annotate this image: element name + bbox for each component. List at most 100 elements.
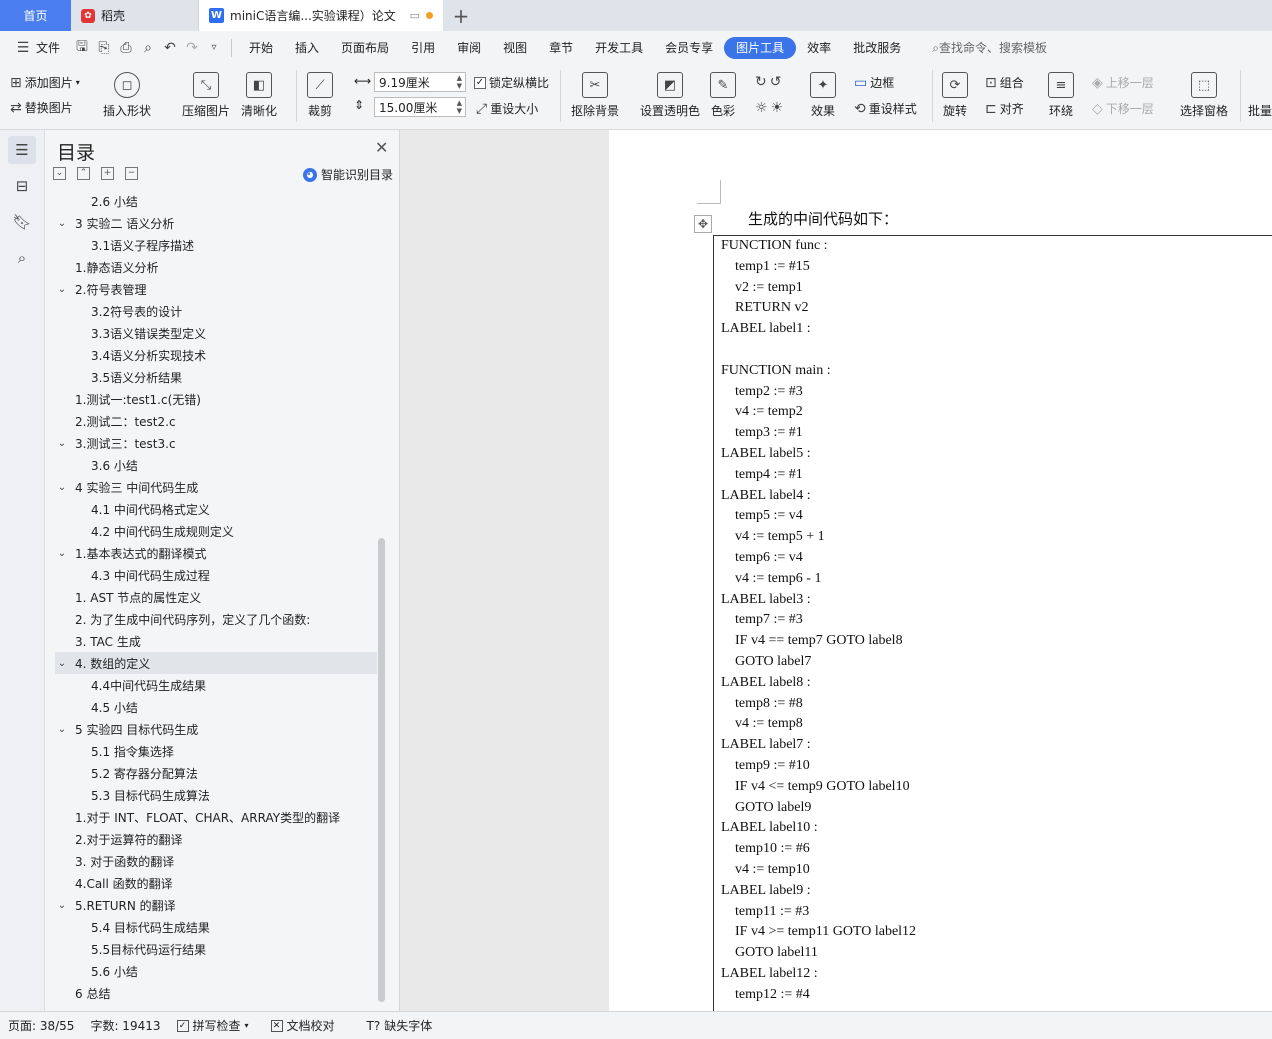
toc-item[interactable]: 3.2符号表的设计 (55, 300, 377, 322)
height-input[interactable]: 15.00厘米 ▲ ▼ (374, 97, 466, 117)
menu-view[interactable]: 视图 (492, 37, 538, 59)
toc-item[interactable]: 4.3 中间代码生成过程 (55, 564, 377, 586)
remove-heading-icon[interactable]: − (125, 167, 138, 180)
new-tab-button[interactable]: + (443, 0, 479, 31)
toc-item[interactable]: 4.5 小结 (55, 696, 377, 718)
missing-font-button[interactable]: T? 缺失字体 (359, 1017, 441, 1034)
tab-daoke[interactable]: ✿ 稻壳 (71, 0, 199, 31)
menu-review[interactable]: 审阅 (446, 37, 492, 59)
window-icon[interactable]: ▭ (410, 9, 420, 22)
toc-scrollbar[interactable] (378, 538, 385, 1002)
remove-background-button[interactable]: ✂ 抠除背景 (571, 72, 619, 119)
hamburger-menu-icon[interactable]: ☰ (12, 37, 34, 59)
toc-item[interactable]: 3.5语义分析结果 (55, 366, 377, 388)
lock-ratio-checkbox[interactable]: ✓ 锁定纵横比 (474, 74, 549, 91)
spinner-arrows-icon[interactable]: ▲ ▼ (457, 74, 462, 90)
menu-efficiency[interactable]: 效率 (796, 37, 842, 59)
chevron-down-icon[interactable]: ⌄ (55, 438, 69, 449)
toc-item[interactable]: ⌄ 4 实验三 中间代码生成 (55, 476, 377, 498)
toc-item[interactable]: 2.6 小结 (55, 190, 377, 212)
reset-size-button[interactable]: ⤢ 重设大小 (476, 100, 538, 117)
undo-icon[interactable]: ↶ (159, 37, 181, 59)
chevron-down-icon[interactable]: ⌄ (55, 548, 69, 559)
menu-page-layout[interactable]: 页面布局 (330, 37, 400, 59)
width-input[interactable]: 9.19厘米 ▲ ▼ (374, 72, 466, 92)
add-heading-icon[interactable]: + (101, 167, 114, 180)
toc-item[interactable]: 1.静态语义分析 (55, 256, 377, 278)
close-icon[interactable]: ✕ (375, 138, 388, 157)
rotate-button[interactable]: ⟳ 旋转 (942, 72, 968, 119)
toc-item[interactable]: 1.测试一:test1.c(无错) (55, 388, 377, 410)
align-button[interactable]: ⊏ 对齐 (985, 100, 1024, 117)
toc-item[interactable]: 3.3语义错误类型定义 (55, 322, 377, 344)
chevron-down-icon[interactable]: ⌄ (55, 724, 69, 735)
toc-item[interactable]: 5.1 指令集选择 (55, 740, 377, 762)
word-count[interactable]: 字数: 19413 (82, 1017, 168, 1034)
menu-developer[interactable]: 开发工具 (584, 37, 654, 59)
toc-nav-icon[interactable]: ☰ (8, 136, 36, 164)
toc-item[interactable]: 3.1语义子程序描述 (55, 234, 377, 256)
toc-item[interactable]: ⌄ 4. 数组的定义 (55, 652, 377, 674)
toc-item[interactable]: ⌄ 3 实验二 语义分析 (55, 212, 377, 234)
smart-toc-button[interactable]: ◕ 智能识别目录 (303, 166, 393, 183)
menu-file[interactable]: 文件 (34, 37, 71, 59)
bookmark-icon[interactable]: 🔖︎ (8, 208, 36, 236)
toc-item[interactable]: ⌄ 5 实验四 目标代码生成 (55, 718, 377, 740)
compress-image-button[interactable]: ⤡ 压缩图片 (182, 72, 230, 119)
toc-item[interactable]: 2.测试二：test2.c (55, 410, 377, 432)
toc-item[interactable]: ⌄ 5.RETURN 的翻译 (55, 894, 377, 916)
spinner-arrows-icon[interactable]: ▲ ▼ (457, 99, 462, 115)
chevron-down-icon[interactable]: ⌄ (55, 218, 69, 229)
insert-shape-button[interactable]: ◻ 插入形状 (103, 72, 151, 119)
border-button[interactable]: ▭ 边框 (854, 74, 894, 91)
toc-item[interactable]: 3.4语义分析实现技术 (55, 344, 377, 366)
effects-button[interactable]: ✦ 效果 (810, 72, 836, 119)
toc-item[interactable]: 2. 为了生成中间代码序列，定义了几个函数: (55, 608, 377, 630)
toc-item[interactable]: 5.5目标代码运行结果 (55, 938, 377, 960)
crop-button[interactable]: ⟋ 裁剪 (307, 72, 333, 119)
toc-item[interactable]: 4.1 中间代码格式定义 (55, 498, 377, 520)
menu-picture-tools[interactable]: 图片工具 (724, 36, 797, 59)
toc-item[interactable]: ⌄ 1.基本表达式的翻译模式 (55, 542, 377, 564)
set-transparent-button[interactable]: ◩ 设置透明色 (640, 72, 700, 119)
toc-item[interactable]: 2.对于运算符的翻译 (55, 828, 377, 850)
toc-item[interactable]: 5.6 小结 (55, 960, 377, 982)
tab-document[interactable]: W miniC语言编...实验课程）论文 ▭ (199, 0, 443, 31)
expand-all-icon[interactable]: ⌃ (77, 167, 90, 180)
replace-image-button[interactable]: ⇄ 替换图片 (10, 99, 73, 116)
toc-item[interactable]: ⌄ 3.测试三：test3.c (55, 432, 377, 454)
tab-home[interactable]: 首页 (0, 0, 71, 31)
chevron-down-icon[interactable]: ⌄ (55, 900, 69, 911)
bring-forward-button[interactable]: ◈ 上移一层 (1092, 74, 1154, 91)
batch-button[interactable]: 批量 (1248, 102, 1272, 119)
move-handle-icon[interactable]: ✥ (694, 215, 712, 233)
reset-style-button[interactable]: ⟲ 重设样式 (854, 100, 917, 117)
chapter-nav-icon[interactable]: ⊟ (8, 172, 36, 200)
send-backward-button[interactable]: ◇ 下移一层 (1092, 100, 1154, 117)
toc-item[interactable]: 6 总结 (55, 982, 377, 1004)
find-icon[interactable]: ⌕ (8, 244, 36, 272)
menu-start[interactable]: 开始 (238, 37, 284, 59)
intermediate-code-image[interactable]: FUNCTION func : temp1 := #15 v2 := temp1 RE… (713, 235, 1272, 1011)
proofread-button[interactable]: ✕ 文档校对 (263, 1017, 343, 1034)
print-preview-icon[interactable]: ⌕ (137, 37, 159, 59)
save-icon[interactable]: 🖫 (71, 37, 93, 59)
contrast-controls[interactable]: ☼ ☀ (755, 100, 783, 116)
menu-correction[interactable]: 批改服务 (842, 37, 912, 59)
menu-member[interactable]: 会员专享 (654, 37, 724, 59)
toc-item[interactable]: 5.3 目标代码生成算法 (55, 784, 377, 806)
chevron-down-icon[interactable]: ⌄ (55, 658, 69, 669)
chevron-down-icon[interactable]: ⌄ (55, 482, 69, 493)
group-button[interactable]: ⊡ 组合 (985, 74, 1024, 91)
export-pdf-icon[interactable]: ⎘ (93, 37, 115, 59)
toc-item[interactable]: 3. 对于函数的翻译 (55, 850, 377, 872)
spell-check-button[interactable]: ✓ 拼写检查 ▾ (169, 1017, 257, 1034)
collapse-all-icon[interactable]: ⌄ (53, 167, 66, 180)
toc-item[interactable]: 5.2 寄存器分配算法 (55, 762, 377, 784)
toc-item[interactable]: 4.2 中间代码生成规则定义 (55, 520, 377, 542)
toc-item[interactable]: 1.对于 INT、FLOAT、CHAR、ARRAY类型的翻译 (55, 806, 377, 828)
brightness-controls[interactable]: ↻ ↺ (755, 74, 781, 90)
toc-item[interactable]: 3.6 小结 (55, 454, 377, 476)
clarity-button[interactable]: ◧ 清晰化 (241, 72, 277, 119)
menu-references[interactable]: 引用 (400, 37, 446, 59)
